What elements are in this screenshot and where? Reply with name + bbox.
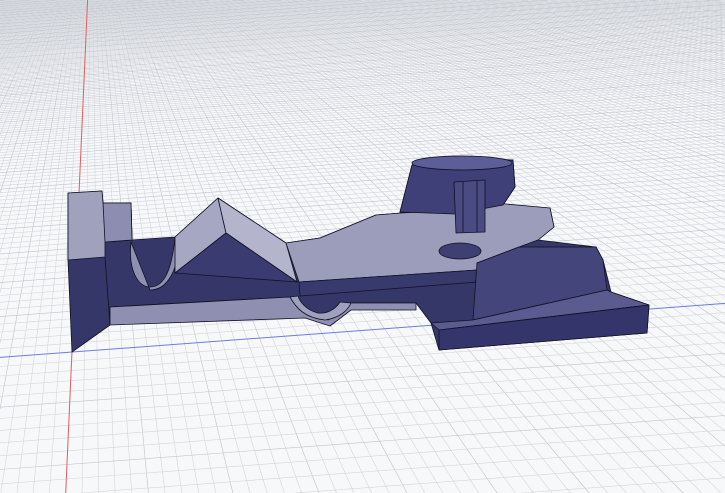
grid-line <box>0 115 725 170</box>
grid-line <box>0 331 725 387</box>
grid-line <box>0 376 725 431</box>
grid-line <box>80 444 725 493</box>
cad-3d-viewport[interactable] <box>0 0 725 493</box>
grid-line <box>0 342 725 397</box>
viewport-canvas[interactable] <box>0 0 725 493</box>
grid-line <box>0 101 725 156</box>
knob-slot <box>453 179 486 234</box>
grid-line <box>0 364 725 419</box>
grid-line <box>0 388 725 444</box>
grid-line <box>0 353 725 408</box>
grid-line <box>0 149 725 205</box>
grid-line <box>0 83 725 138</box>
plate-hole <box>438 242 482 260</box>
grid-line <box>0 415 725 470</box>
knob-top <box>411 155 513 171</box>
grid-line <box>0 429 725 485</box>
grid-line <box>294 460 725 493</box>
left-block-side <box>102 202 133 243</box>
grid-line <box>0 72 725 127</box>
